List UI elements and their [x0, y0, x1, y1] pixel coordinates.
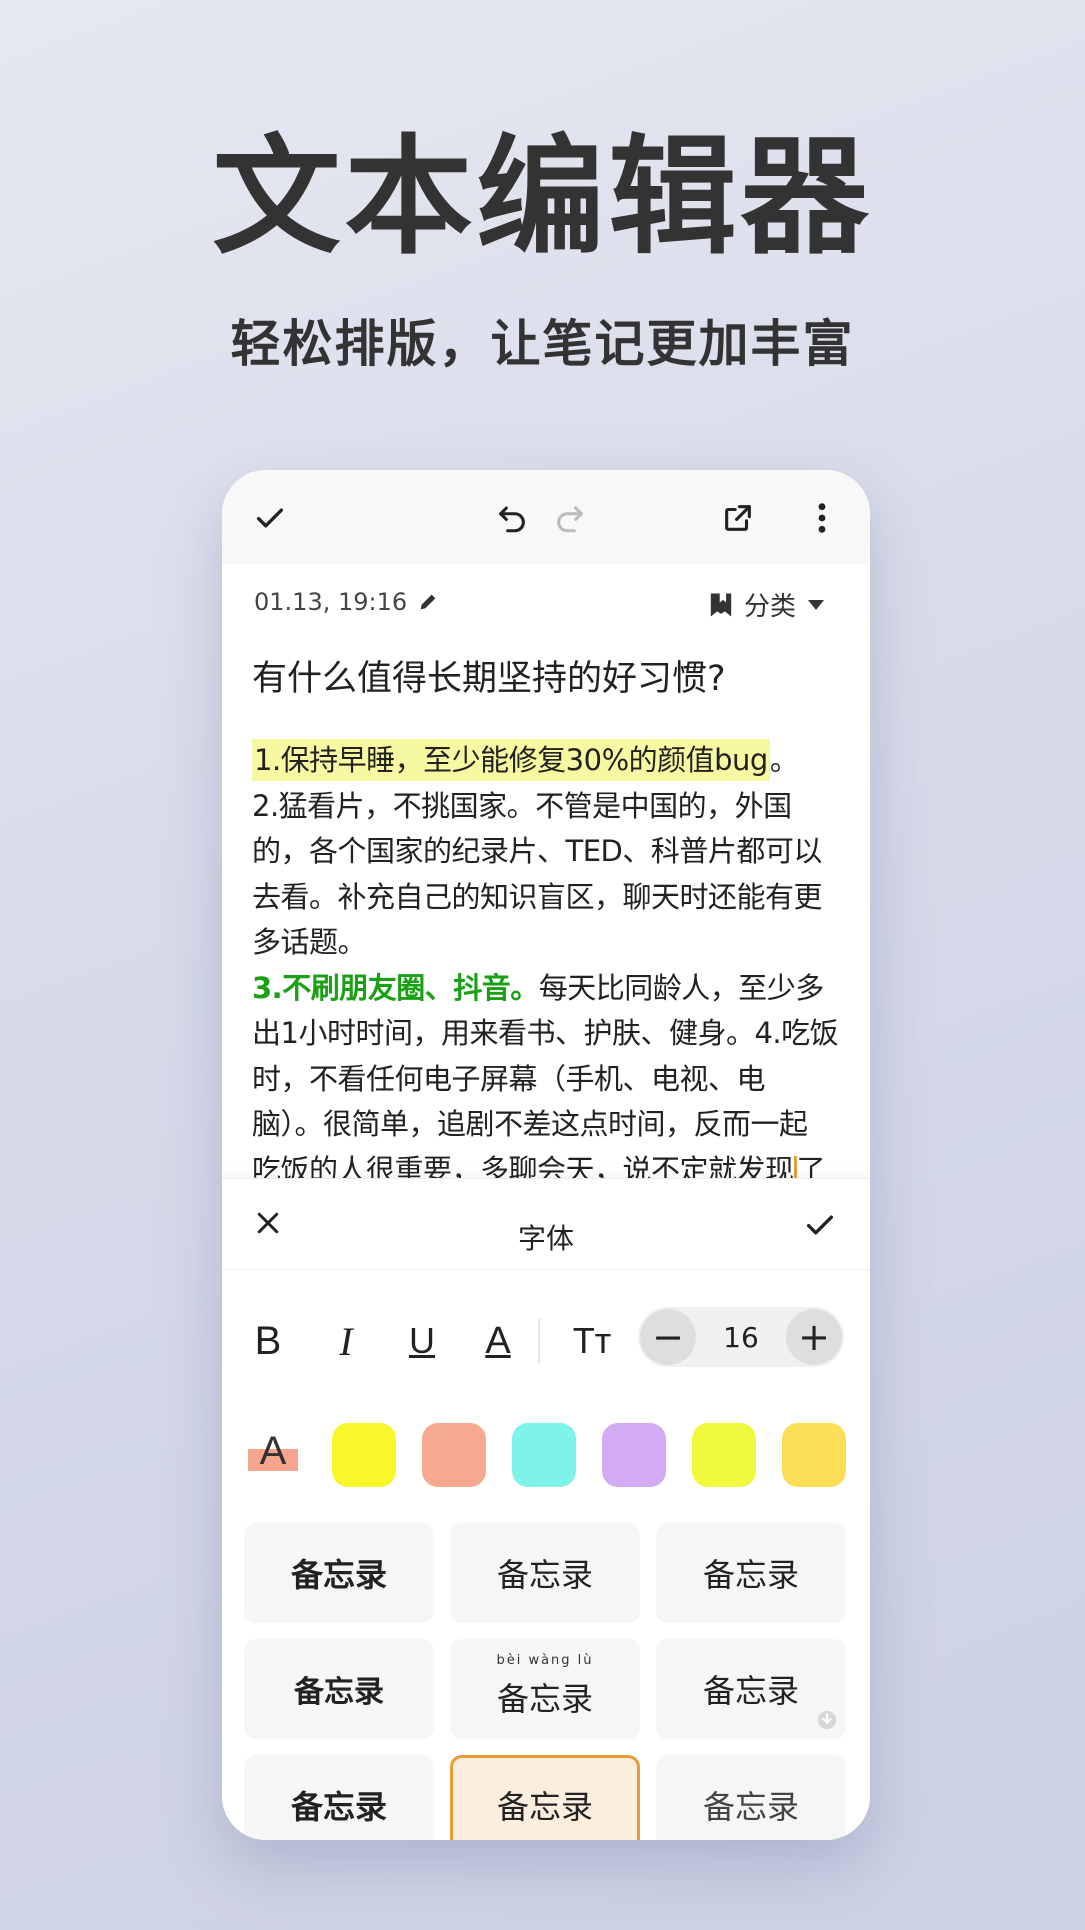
- caret-down-icon: [806, 598, 826, 612]
- text-fragment: 每天比同龄人，至少多: [538, 970, 825, 1005]
- font-option[interactable]: 备忘录: [450, 1523, 640, 1623]
- font-sample: 备忘录: [294, 1675, 384, 1710]
- color-swatch-lavender[interactable]: [602, 1423, 666, 1487]
- color-swatch-yellow[interactable]: [332, 1423, 396, 1487]
- font-sample: 备忘录: [702, 1789, 799, 1825]
- share-icon[interactable]: [712, 492, 764, 544]
- font-option[interactable]: 备忘录: [656, 1523, 846, 1623]
- editor-toolbar: [222, 470, 870, 564]
- font-sample: 备忘录: [496, 1788, 593, 1826]
- font-option-selected[interactable]: 备忘录: [450, 1755, 640, 1840]
- increase-size-button[interactable]: +: [786, 1309, 842, 1365]
- font-sample: 备忘录: [496, 1556, 593, 1594]
- font-size-button[interactable]: Tт: [568, 1317, 616, 1365]
- check-icon[interactable]: [244, 492, 296, 544]
- underline-button[interactable]: U: [398, 1317, 446, 1365]
- bold-button[interactable]: B: [244, 1317, 292, 1365]
- body-line: 2.猛看片，不挑国家。不管是中国的，外国: [252, 788, 792, 823]
- font-sample: 备忘录: [702, 1672, 799, 1710]
- font-sample: 备忘录: [496, 1680, 593, 1718]
- category-label: 分类: [743, 592, 796, 622]
- confirm-check-icon[interactable]: [794, 1199, 846, 1251]
- decrease-size-button[interactable]: −: [640, 1309, 696, 1365]
- font-size-stepper: − 16 +: [638, 1307, 844, 1367]
- color-swatch-lime[interactable]: [692, 1423, 756, 1487]
- font-option[interactable]: 备忘录: [656, 1639, 846, 1739]
- download-icon[interactable]: [816, 1709, 838, 1731]
- font-option[interactable]: bèi wàng lù 备忘录: [450, 1639, 640, 1739]
- note-body[interactable]: 1.保持早睡，至少能修复30%的颜值bug。 2.猛看片，不挑国家。不管是中国的…: [252, 738, 844, 1193]
- font-sample: 备忘录: [290, 1556, 387, 1594]
- highlighted-text: 1.保持早睡，至少能修复30%的颜值bug: [252, 739, 770, 781]
- panel-title: 字体: [517, 1222, 574, 1255]
- redo-icon[interactable]: [544, 492, 596, 544]
- font-option[interactable]: 备忘录: [244, 1639, 434, 1739]
- panel-divider: [222, 1269, 870, 1270]
- font-size-value: 16: [723, 1321, 759, 1354]
- hero-title: 文本编辑器: [212, 123, 873, 272]
- text-fragment: 。: [769, 743, 799, 777]
- green-bold-text: 3.不刷朋友圈、抖音。: [252, 970, 539, 1005]
- category-selector[interactable]: 分类: [708, 586, 826, 623]
- highlight-letter: A: [259, 1429, 287, 1473]
- more-vertical-icon[interactable]: [800, 492, 844, 544]
- body-line: 脑）。很简单，追剧不差这点时间，反而一起: [252, 1107, 808, 1141]
- pencil-icon[interactable]: [417, 591, 439, 613]
- body-line: 去看。补充自己的知识盲区，聊天时还能有更: [252, 879, 823, 914]
- color-swatch-cyan[interactable]: [512, 1423, 576, 1487]
- phone-frame: 01.13, 19:16 分类 有什么值得长期坚持的好习惯? 1.保持早睡，至少…: [222, 470, 870, 1840]
- note-timestamp: 01.13, 19:16: [254, 588, 408, 616]
- font-option[interactable]: 备忘录: [244, 1755, 434, 1840]
- note-meta: 01.13, 19:16: [254, 588, 439, 616]
- body-line: 时，不看任何电子屏幕（手机、电视、电: [252, 1061, 766, 1096]
- hero-subtitle: 轻松排版，让笔记更加丰富: [230, 315, 855, 373]
- bookmark-icon: [708, 591, 734, 619]
- color-swatch-salmon[interactable]: [422, 1423, 486, 1487]
- body-line: 的，各个国家的纪录片、TED、科普片都可以: [252, 834, 822, 868]
- body-line: 多话题。: [252, 925, 367, 959]
- font-color-button[interactable]: A: [474, 1317, 522, 1365]
- color-swatch-gold[interactable]: [782, 1423, 846, 1487]
- undo-icon[interactable]: [486, 492, 538, 544]
- font-sample: 备忘录: [290, 1788, 387, 1826]
- font-sample: 备忘录: [702, 1557, 799, 1593]
- format-divider: [538, 1319, 540, 1363]
- font-option[interactable]: 备忘录: [244, 1523, 434, 1623]
- font-panel: 字体 B I U A Tт − 16 + A 备忘录 备忘录 备忘录 备忘录 b…: [222, 1178, 870, 1840]
- highlight-tool[interactable]: A: [244, 1423, 304, 1487]
- italic-button[interactable]: I: [322, 1317, 370, 1365]
- pinyin-annotation: bèi wàng lù: [496, 1653, 594, 1668]
- body-line: 出1小时时间，用来看书、护肤、健身。4.吃饭: [252, 1016, 839, 1050]
- note-title[interactable]: 有什么值得长期坚持的好习惯?: [252, 650, 726, 701]
- font-option[interactable]: 备忘录: [656, 1755, 846, 1840]
